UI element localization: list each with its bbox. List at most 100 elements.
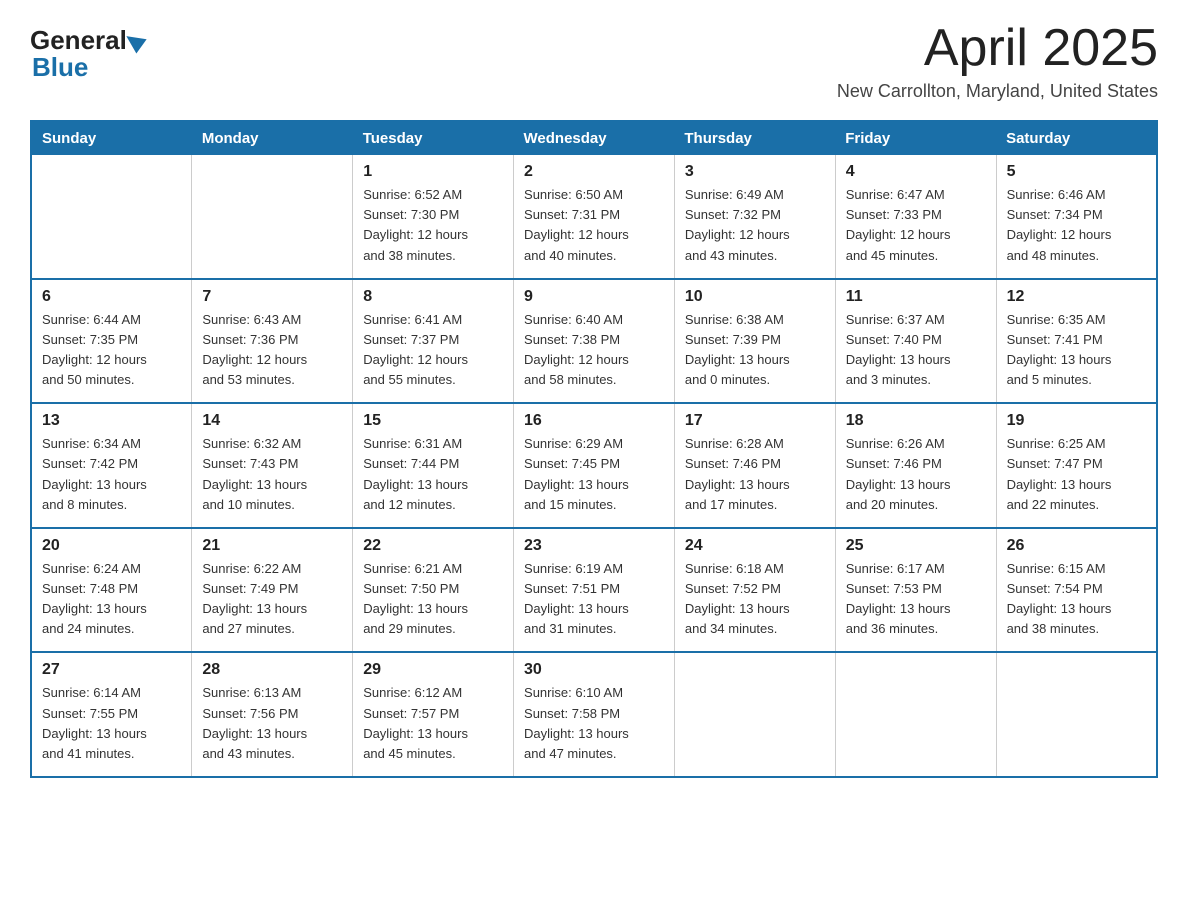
calendar-cell: 1 Sunrise: 6:52 AMSunset: 7:30 PMDaylight… [353, 155, 514, 279]
day-number: 27 [42, 661, 181, 679]
day-number: 23 [524, 537, 664, 555]
calendar-cell: 20Sunrise: 6:24 AMSunset: 7:48 PMDayligh… [31, 528, 192, 653]
day-number: 11 [846, 288, 986, 306]
weekday-header-row: SundayMondayTuesdayWednesdayThursdayFrid… [31, 121, 1157, 155]
location: New Carrollton, Maryland, United States [837, 81, 1158, 102]
day-number: 16 [524, 412, 664, 430]
calendar-week-row: 13 Sunrise: 6:34 AMSunset: 7:42 PMDayligh… [31, 403, 1157, 528]
calendar-cell: 16 Sunrise: 6:29 AMSunset: 7:45 PMDayligh… [514, 403, 675, 528]
weekday-header-wednesday: Wednesday [514, 121, 675, 155]
day-number: 2 [524, 163, 664, 181]
day-number: 22 [363, 537, 503, 555]
day-number: 30 [524, 661, 664, 679]
weekday-header-monday: Monday [192, 121, 353, 155]
day-info: Sunrise: 6:26 AMSunset: 7:46 PMDaylight:… [846, 434, 986, 515]
day-info: Sunrise: 6:12 AMSunset: 7:57 PMDaylight:… [363, 683, 503, 764]
day-info: Sunrise: 6:25 AMSunset: 7:47 PMDaylight:… [1007, 434, 1146, 515]
day-info: Sunrise: 6:35 AMSunset: 7:41 PMDaylight:… [1007, 310, 1146, 391]
calendar-cell: 10 Sunrise: 6:38 AMSunset: 7:39 PMDayligh… [674, 279, 835, 404]
day-number: 14 [202, 412, 342, 430]
day-info: Sunrise: 6:15 AMSunset: 7:54 PMDaylight:… [1007, 559, 1146, 640]
day-info: Sunrise: 6:29 AMSunset: 7:45 PMDaylight:… [524, 434, 664, 515]
day-info: Sunrise: 6:44 AMSunset: 7:35 PMDaylight:… [42, 310, 181, 391]
weekday-header-tuesday: Tuesday [353, 121, 514, 155]
calendar-cell: 11 Sunrise: 6:37 AMSunset: 7:40 PMDayligh… [835, 279, 996, 404]
day-info: Sunrise: 6:50 AMSunset: 7:31 PMDaylight:… [524, 185, 664, 266]
calendar-cell: 19Sunrise: 6:25 AMSunset: 7:47 PMDayligh… [996, 403, 1157, 528]
day-info: Sunrise: 6:49 AMSunset: 7:32 PMDaylight:… [685, 185, 825, 266]
day-info: Sunrise: 6:47 AMSunset: 7:33 PMDaylight:… [846, 185, 986, 266]
day-info: Sunrise: 6:24 AMSunset: 7:48 PMDaylight:… [42, 559, 181, 640]
calendar-cell: 17 Sunrise: 6:28 AMSunset: 7:46 PMDayligh… [674, 403, 835, 528]
calendar-cell [31, 155, 192, 279]
weekday-header-sunday: Sunday [31, 121, 192, 155]
day-info: Sunrise: 6:13 AMSunset: 7:56 PMDaylight:… [202, 683, 342, 764]
day-number: 9 [524, 288, 664, 306]
calendar-cell: 21 Sunrise: 6:22 AMSunset: 7:49 PMDayligh… [192, 528, 353, 653]
calendar-cell: 12 Sunrise: 6:35 AMSunset: 7:41 PMDayligh… [996, 279, 1157, 404]
page-header: General Blue April 2025 New Carrollton, … [30, 20, 1158, 102]
day-number: 1 [363, 163, 503, 181]
calendar-cell: 22 Sunrise: 6:21 AMSunset: 7:50 PMDayligh… [353, 528, 514, 653]
day-number: 17 [685, 412, 825, 430]
logo-wrapper: General Blue [30, 25, 147, 83]
day-info: Sunrise: 6:21 AMSunset: 7:50 PMDaylight:… [363, 559, 503, 640]
day-number: 7 [202, 288, 342, 306]
day-number: 13 [42, 412, 181, 430]
day-info: Sunrise: 6:41 AMSunset: 7:37 PMDaylight:… [363, 310, 503, 391]
logo-arrow-icon [126, 30, 151, 53]
month-title: April 2025 [837, 20, 1158, 77]
day-number: 25 [846, 537, 986, 555]
calendar-cell: 23 Sunrise: 6:19 AMSunset: 7:51 PMDayligh… [514, 528, 675, 653]
calendar-cell: 24 Sunrise: 6:18 AMSunset: 7:52 PMDayligh… [674, 528, 835, 653]
day-number: 18 [846, 412, 986, 430]
day-info: Sunrise: 6:40 AMSunset: 7:38 PMDaylight:… [524, 310, 664, 391]
weekday-header-thursday: Thursday [674, 121, 835, 155]
day-info: Sunrise: 6:14 AMSunset: 7:55 PMDaylight:… [42, 683, 181, 764]
day-number: 21 [202, 537, 342, 555]
calendar-cell: 13 Sunrise: 6:34 AMSunset: 7:42 PMDayligh… [31, 403, 192, 528]
day-number: 26 [1007, 537, 1146, 555]
day-info: Sunrise: 6:22 AMSunset: 7:49 PMDaylight:… [202, 559, 342, 640]
calendar-cell: 28Sunrise: 6:13 AMSunset: 7:56 PMDayligh… [192, 652, 353, 777]
day-number: 15 [363, 412, 503, 430]
calendar-cell [674, 652, 835, 777]
calendar-cell: 6 Sunrise: 6:44 AMSunset: 7:35 PMDaylight… [31, 279, 192, 404]
day-info: Sunrise: 6:38 AMSunset: 7:39 PMDaylight:… [685, 310, 825, 391]
day-number: 8 [363, 288, 503, 306]
calendar-cell: 4 Sunrise: 6:47 AMSunset: 7:33 PMDaylight… [835, 155, 996, 279]
day-number: 4 [846, 163, 986, 181]
day-number: 10 [685, 288, 825, 306]
calendar-week-row: 20Sunrise: 6:24 AMSunset: 7:48 PMDayligh… [31, 528, 1157, 653]
day-info: Sunrise: 6:52 AMSunset: 7:30 PMDaylight:… [363, 185, 503, 266]
calendar-cell: 7Sunrise: 6:43 AMSunset: 7:36 PMDaylight… [192, 279, 353, 404]
day-info: Sunrise: 6:46 AMSunset: 7:34 PMDaylight:… [1007, 185, 1146, 266]
day-info: Sunrise: 6:31 AMSunset: 7:44 PMDaylight:… [363, 434, 503, 515]
day-number: 5 [1007, 163, 1146, 181]
day-info: Sunrise: 6:19 AMSunset: 7:51 PMDaylight:… [524, 559, 664, 640]
weekday-header-friday: Friday [835, 121, 996, 155]
day-info: Sunrise: 6:34 AMSunset: 7:42 PMDaylight:… [42, 434, 181, 515]
calendar-week-row: 27 Sunrise: 6:14 AMSunset: 7:55 PMDayligh… [31, 652, 1157, 777]
calendar-cell: 14Sunrise: 6:32 AMSunset: 7:43 PMDayligh… [192, 403, 353, 528]
calendar-cell [192, 155, 353, 279]
calendar-cell: 2 Sunrise: 6:50 AMSunset: 7:31 PMDaylight… [514, 155, 675, 279]
day-info: Sunrise: 6:37 AMSunset: 7:40 PMDaylight:… [846, 310, 986, 391]
day-number: 6 [42, 288, 181, 306]
title-block: April 2025 New Carrollton, Maryland, Uni… [837, 20, 1158, 102]
calendar-cell: 3Sunrise: 6:49 AMSunset: 7:32 PMDaylight… [674, 155, 835, 279]
day-number: 29 [363, 661, 503, 679]
calendar-cell: 18 Sunrise: 6:26 AMSunset: 7:46 PMDayligh… [835, 403, 996, 528]
calendar-cell [835, 652, 996, 777]
day-number: 24 [685, 537, 825, 555]
calendar-table: SundayMondayTuesdayWednesdayThursdayFrid… [30, 120, 1158, 778]
day-info: Sunrise: 6:28 AMSunset: 7:46 PMDaylight:… [685, 434, 825, 515]
calendar-cell: 15 Sunrise: 6:31 AMSunset: 7:44 PMDayligh… [353, 403, 514, 528]
calendar-cell: 29 Sunrise: 6:12 AMSunset: 7:57 PMDayligh… [353, 652, 514, 777]
logo: General Blue [30, 25, 147, 83]
day-info: Sunrise: 6:18 AMSunset: 7:52 PMDaylight:… [685, 559, 825, 640]
logo-blue-text: Blue [30, 52, 88, 83]
day-number: 12 [1007, 288, 1146, 306]
calendar-cell [996, 652, 1157, 777]
calendar-cell: 27 Sunrise: 6:14 AMSunset: 7:55 PMDayligh… [31, 652, 192, 777]
